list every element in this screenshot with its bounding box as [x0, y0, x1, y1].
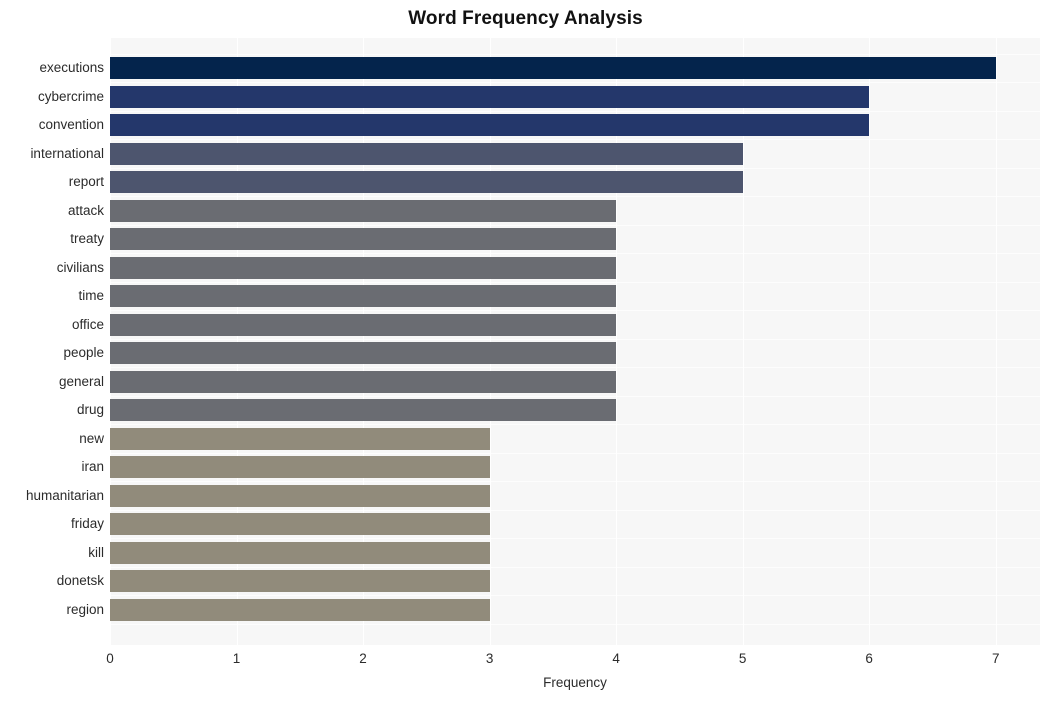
y-axis-tick-label: donetsk — [56, 573, 104, 588]
x-axis-tick-label: 4 — [612, 651, 620, 666]
y-axis-tick-label: friday — [70, 516, 104, 531]
y-axis-tick-label: new — [79, 430, 104, 446]
gridline-horizontal — [110, 225, 1040, 226]
bar — [110, 456, 490, 478]
bar — [110, 142, 743, 165]
gridline-horizontal — [110, 253, 1040, 254]
x-axis-tick-labels: 0 1 2 3 4 5 6 7 — [106, 650, 1040, 672]
bar — [110, 114, 870, 136]
y-axis-tick-labels: executions cybercrime convention internatio… — [0, 38, 104, 645]
y-axis-tick-label: civilians — [56, 259, 104, 275]
chart-title: Word Frequency Analysis — [408, 8, 643, 29]
bar — [110, 313, 617, 336]
x-axis-tick-label: 6 — [865, 651, 873, 666]
y-axis-tick-label: iran — [81, 459, 104, 474]
gridline-vertical — [995, 38, 997, 645]
bar — [110, 228, 617, 250]
gridline-horizontal — [110, 510, 1040, 511]
bar — [110, 370, 617, 393]
y-axis-tick-label: attack — [67, 202, 104, 218]
gridline-horizontal — [110, 538, 1040, 539]
bar — [110, 513, 490, 535]
gridline-horizontal — [110, 396, 1040, 397]
bar — [110, 598, 490, 621]
gridline-horizontal — [110, 139, 1040, 140]
gridline-horizontal — [110, 595, 1040, 596]
bar — [110, 541, 490, 564]
x-axis-tick-label: 2 — [359, 651, 367, 666]
y-axis-tick-label: cybercrime — [37, 88, 104, 104]
y-axis-tick-label: people — [63, 345, 104, 360]
y-axis-tick-label: executions — [39, 60, 104, 75]
bar — [110, 199, 617, 222]
gridline-horizontal — [110, 282, 1040, 283]
y-axis-tick-label: drug — [76, 402, 104, 417]
bar — [110, 484, 490, 507]
gridline-horizontal — [110, 624, 1040, 625]
y-axis-tick-label: kill — [88, 544, 104, 560]
x-axis-tick-label: 3 — [485, 651, 494, 666]
gridline-horizontal — [110, 196, 1040, 197]
gridline-horizontal — [110, 111, 1040, 112]
x-axis-tick-label: 7 — [991, 651, 1000, 666]
gridline-horizontal — [110, 54, 1040, 55]
y-axis-tick-label: convention — [38, 117, 104, 132]
x-axis-label: Frequency — [543, 675, 607, 690]
plot-area — [110, 38, 1040, 645]
bar — [110, 57, 996, 79]
y-axis-tick-label: treaty — [70, 231, 104, 246]
gridline-horizontal — [110, 310, 1040, 311]
word-frequency-chart-figure: Word Frequency Analysis executions cyberc… — [0, 0, 1051, 701]
bar — [110, 256, 617, 279]
y-axis-tick-label: report — [68, 174, 104, 189]
bar — [110, 570, 490, 592]
bar — [110, 171, 743, 193]
gridline-horizontal — [110, 82, 1040, 83]
gridline-vertical — [869, 38, 871, 645]
y-axis-tick-label: region — [66, 601, 104, 617]
y-axis-tick-label: international — [30, 145, 104, 161]
gridline-horizontal — [110, 481, 1040, 482]
x-axis-tick-label: 5 — [738, 651, 747, 666]
bar — [110, 342, 617, 364]
gridline-horizontal — [110, 567, 1040, 568]
gridline-horizontal — [110, 453, 1040, 454]
y-axis-tick-label: humanitarian — [25, 487, 104, 503]
gridline-horizontal — [110, 424, 1040, 425]
gridline-horizontal — [110, 168, 1040, 169]
x-axis-tick-label: 0 — [106, 651, 114, 666]
bar — [110, 399, 617, 421]
y-axis-tick-label: general — [58, 373, 104, 389]
bar — [110, 427, 490, 450]
y-axis-tick-label: time — [78, 288, 104, 303]
bar — [110, 285, 617, 307]
gridline-horizontal — [110, 339, 1040, 340]
gridline-horizontal — [110, 367, 1040, 368]
y-axis-tick-label: office — [71, 316, 104, 332]
x-axis-tick-label: 1 — [232, 651, 241, 666]
bar — [110, 85, 870, 108]
